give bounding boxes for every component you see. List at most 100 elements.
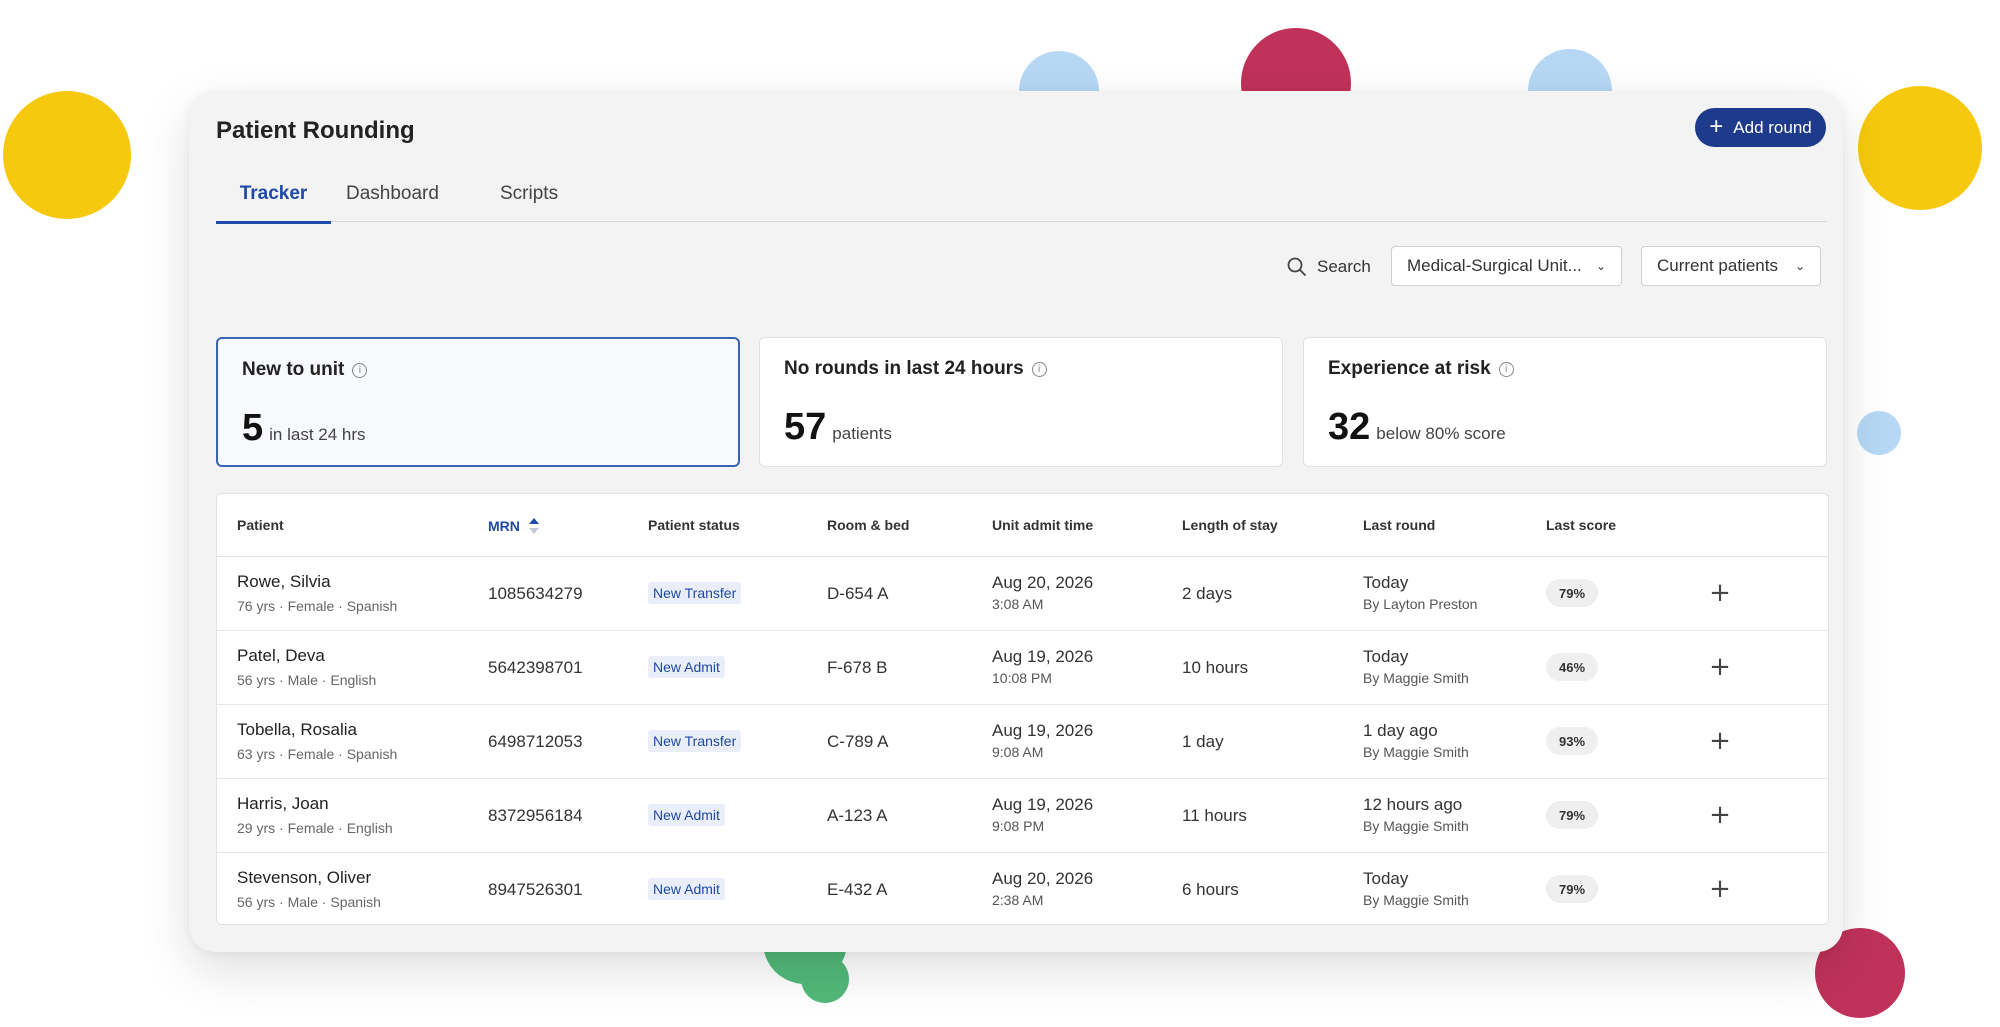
patient-details: 56 yrs · Male · English: [237, 672, 377, 688]
table-header: Patient MRN Patient status Room & bed Un…: [217, 494, 1828, 557]
admit-date: Aug 19, 2026: [992, 795, 1094, 814]
add-round-row-button[interactable]: +: [1705, 578, 1735, 608]
col-header-los[interactable]: Length of stay: [1182, 517, 1278, 533]
round-by: By Maggie Smith: [1363, 744, 1469, 760]
plus-icon: +: [1709, 800, 1731, 830]
patient-details: 29 yrs · Female · English: [237, 820, 393, 836]
col-header-admit[interactable]: Unit admit time: [992, 517, 1093, 533]
score-badge: 79%: [1546, 579, 1598, 607]
patient-details: 63 yrs · Female · Spanish: [237, 746, 398, 762]
unit-select[interactable]: Medical-Surgical Unit... ⌄: [1391, 246, 1622, 286]
table-row[interactable]: Rowe, Silvia 76 yrs · Female · Spanish 1…: [217, 557, 1828, 631]
sort-up-icon: [528, 518, 539, 534]
room-value: D-654 A: [827, 584, 889, 603]
patient-cell: Stevenson, Oliver 56 yrs · Male · Spanis…: [237, 868, 381, 910]
plus-icon: +: [1709, 652, 1731, 682]
chevron-down-icon: ⌄: [1794, 259, 1805, 273]
admit-time: 9:08 PM: [992, 818, 1045, 834]
col-header-last-score[interactable]: Last score: [1546, 517, 1616, 533]
table-row[interactable]: Patel, Deva 56 yrs · Male · English 5642…: [217, 631, 1828, 705]
card-title-text: No rounds in last 24 hours: [784, 358, 1024, 379]
col-header-patient[interactable]: Patient: [237, 517, 284, 533]
los-value: 2 days: [1182, 584, 1233, 603]
admit-time: 2:38 AM: [992, 892, 1044, 908]
status-badge: New Admit: [648, 878, 725, 900]
last-round-cell: 1 day ago By Maggie Smith: [1363, 721, 1469, 760]
tab-scripts[interactable]: Scripts: [500, 183, 558, 221]
add-round-row-button[interactable]: +: [1705, 874, 1735, 904]
plus-icon: +: [1709, 726, 1731, 756]
patient-details: 76 yrs · Female · Spanish: [237, 598, 398, 614]
tab-bar: Tracker Dashboard Scripts: [216, 183, 1827, 224]
score-badge: 79%: [1546, 875, 1598, 903]
round-when: 12 hours ago: [1363, 795, 1463, 814]
col-header-last-round[interactable]: Last round: [1363, 517, 1435, 533]
plus-icon: +: [1709, 112, 1724, 140]
plus-icon: +: [1709, 578, 1731, 608]
search-button[interactable]: Search: [1287, 257, 1371, 277]
patient-name[interactable]: Tobella, Rosalia: [237, 720, 397, 740]
round-when: 1 day ago: [1363, 721, 1438, 740]
room-value: F-678 B: [827, 658, 888, 677]
card-title: No rounds in last 24 hours i: [784, 358, 1047, 380]
card-experience-at-risk[interactable]: Experience at risk i 32 below 80% score: [1303, 337, 1827, 467]
card-title: New to unit i: [242, 359, 368, 381]
decor-circle-green-bottom-small: [801, 955, 849, 1003]
card-new-to-unit[interactable]: New to unit i 5 in last 24 hrs: [216, 337, 740, 467]
card-value: 5 in last 24 hrs: [242, 407, 366, 450]
card-title: Experience at risk i: [1328, 358, 1514, 380]
col-header-room[interactable]: Room & bed: [827, 517, 909, 533]
admit-date: Aug 19, 2026: [992, 721, 1094, 740]
last-round-cell: Today By Layton Preston: [1363, 573, 1477, 612]
patient-cell: Rowe, Silvia 76 yrs · Female · Spanish: [237, 572, 397, 614]
admit-time: 10:08 PM: [992, 670, 1052, 686]
tab-dashboard[interactable]: Dashboard: [346, 183, 439, 221]
add-round-button[interactable]: + Add round: [1695, 108, 1826, 147]
info-icon[interactable]: i: [1498, 361, 1514, 377]
col-header-mrn-label: MRN: [488, 518, 520, 534]
last-round-cell: Today By Maggie Smith: [1363, 869, 1469, 908]
admit-cell: Aug 19, 2026 10:08 PM: [992, 647, 1093, 686]
card-no-rounds[interactable]: No rounds in last 24 hours i 57 patients: [759, 337, 1283, 467]
mrn-value: 8947526301: [488, 880, 583, 899]
search-label: Search: [1317, 257, 1371, 276]
col-header-mrn[interactable]: MRN: [488, 517, 540, 535]
admit-time: 3:08 AM: [992, 596, 1044, 612]
mrn-value: 1085634279: [488, 584, 583, 603]
patient-name[interactable]: Stevenson, Oliver: [237, 868, 381, 888]
add-round-row-button[interactable]: +: [1705, 800, 1735, 830]
patient-name[interactable]: Rowe, Silvia: [237, 572, 397, 592]
card-unit: in last 24 hrs: [269, 425, 366, 444]
round-when: Today: [1363, 647, 1409, 666]
patient-name[interactable]: Harris, Joan: [237, 794, 393, 814]
admit-cell: Aug 20, 2026 3:08 AM: [992, 573, 1093, 612]
tab-tracker[interactable]: Tracker: [216, 183, 331, 224]
table-row[interactable]: Stevenson, Oliver 56 yrs · Male · Spanis…: [217, 853, 1828, 924]
info-icon[interactable]: i: [352, 362, 368, 378]
round-when: Today: [1363, 573, 1409, 592]
round-by: By Layton Preston: [1363, 596, 1478, 612]
plus-icon: +: [1709, 874, 1731, 904]
col-header-status[interactable]: Patient status: [648, 517, 740, 533]
patient-name[interactable]: Patel, Deva: [237, 646, 376, 666]
score-badge: 46%: [1546, 653, 1598, 681]
chevron-down-icon: ⌄: [1595, 259, 1606, 273]
patient-filter-select[interactable]: Current patients ⌄: [1641, 246, 1821, 286]
patient-cell: Patel, Deva 56 yrs · Male · English: [237, 646, 376, 688]
patient-cell: Tobella, Rosalia 63 yrs · Female · Spani…: [237, 720, 397, 762]
table-row[interactable]: Tobella, Rosalia 63 yrs · Female · Spani…: [217, 705, 1828, 779]
card-number: 57: [784, 406, 827, 448]
round-when: Today: [1363, 869, 1409, 888]
add-round-row-button[interactable]: +: [1705, 726, 1735, 756]
add-round-row-button[interactable]: +: [1705, 652, 1735, 682]
patient-table: Patient MRN Patient status Room & bed Un…: [216, 493, 1829, 925]
decor-circle-yellow-left: [3, 91, 131, 219]
admit-cell: Aug 19, 2026 9:08 AM: [992, 721, 1093, 760]
info-icon[interactable]: i: [1031, 361, 1047, 377]
decor-circle-blue-right: [1857, 411, 1901, 455]
round-by: By Maggie Smith: [1363, 670, 1469, 686]
card-unit: below 80% score: [1376, 424, 1506, 443]
table-row[interactable]: Harris, Joan 29 yrs · Female · English 8…: [217, 779, 1828, 853]
mrn-value: 6498712053: [488, 732, 583, 751]
card-number: 5: [242, 407, 264, 449]
